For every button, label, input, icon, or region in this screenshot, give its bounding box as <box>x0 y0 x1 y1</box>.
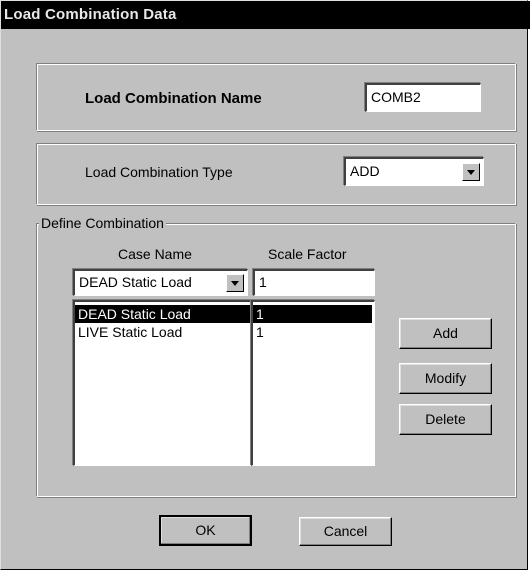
define-combination-label: Define Combination <box>39 215 166 231</box>
add-button[interactable]: Add <box>399 318 492 349</box>
load-combination-dialog: Load Combination Data Load Combination N… <box>0 0 530 570</box>
scale-factor-header: Scale Factor <box>268 246 347 262</box>
list-item[interactable]: 1 <box>253 323 374 341</box>
title-bar[interactable]: Load Combination Data <box>1 1 530 29</box>
scale-factor-list[interactable]: 1 1 <box>251 300 375 466</box>
window-title: Load Combination Data <box>4 6 177 23</box>
list-item[interactable]: LIVE Static Load <box>75 323 250 341</box>
case-name-dropdown[interactable]: DEAD Static Load <box>73 269 248 296</box>
combination-name-label: Load Combination Name <box>85 90 262 107</box>
combination-type-label: Load Combination Type <box>85 164 233 180</box>
chevron-down-icon[interactable] <box>226 274 244 292</box>
combination-name-input[interactable]: COMB2 <box>365 83 481 112</box>
cancel-button[interactable]: Cancel <box>299 517 392 546</box>
chevron-down-icon[interactable] <box>462 163 480 181</box>
modify-button[interactable]: Modify <box>399 363 492 394</box>
case-name-list[interactable]: DEAD Static Load LIVE Static Load <box>73 300 251 466</box>
case-name-header: Case Name <box>118 246 192 262</box>
combination-type-dropdown[interactable]: ADD <box>344 157 484 186</box>
ok-button[interactable]: OK <box>159 515 252 546</box>
list-item[interactable]: DEAD Static Load <box>75 305 250 323</box>
scale-factor-input[interactable]: 1 <box>253 269 375 296</box>
delete-button[interactable]: Delete <box>399 404 492 435</box>
list-item[interactable]: 1 <box>253 305 372 323</box>
